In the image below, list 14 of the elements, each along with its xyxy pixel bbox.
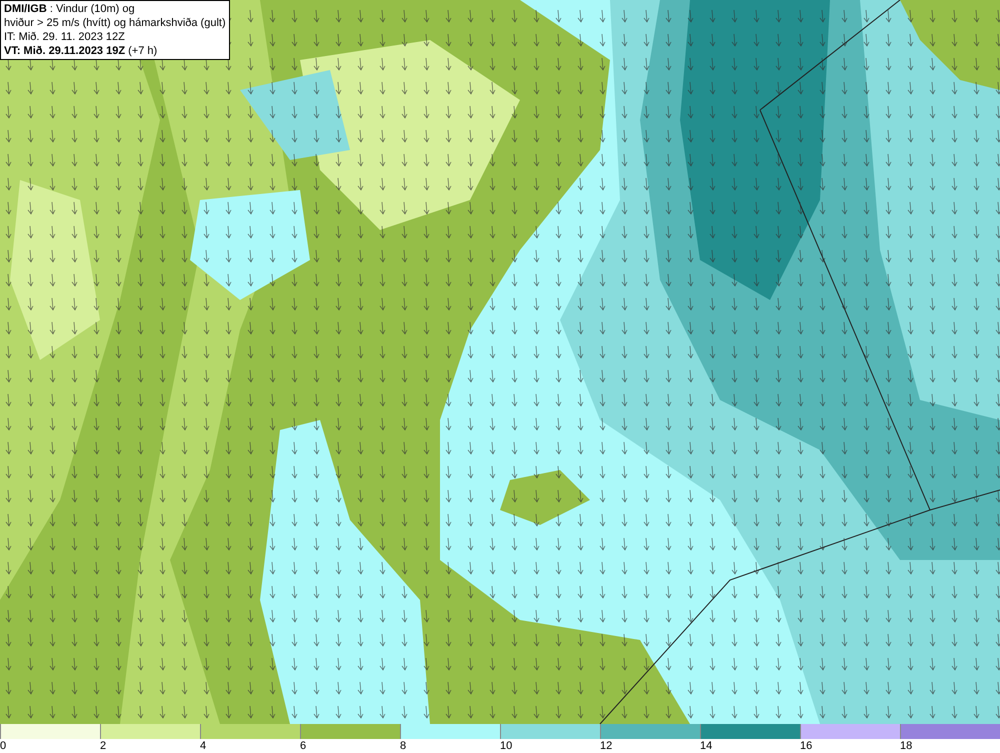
- legend-label: 12: [600, 739, 612, 753]
- legend-label: 6: [300, 739, 306, 753]
- legend-label: 10: [500, 739, 512, 753]
- legend-label: 4: [200, 739, 206, 753]
- legend-label: 8: [400, 739, 406, 753]
- legend-label: 18: [900, 739, 912, 753]
- legend-label: 2: [100, 739, 106, 753]
- title-line: VT: Mið. 29.11.2023 19Z (+7 h): [4, 44, 158, 58]
- legend-label: 0: [0, 739, 6, 753]
- legend-label: 14: [700, 739, 712, 753]
- title-line: DMI/IGB : Vindur (10m) og: [4, 2, 136, 16]
- legend-label: 16: [800, 739, 812, 753]
- title-line: hviður > 25 m/s (hvítt) og hámarkshviða (gult): [4, 16, 226, 30]
- title-line: IT: Mið. 29. 11. 2023 12Z: [4, 30, 126, 44]
